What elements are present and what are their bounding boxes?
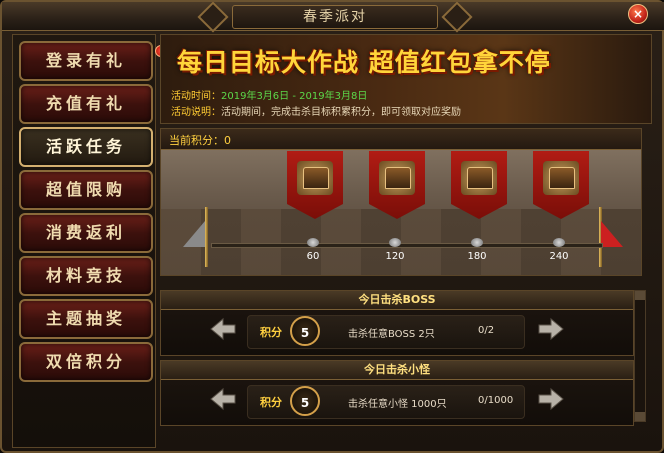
- sidebar-item-label: 活跃任务: [45, 137, 126, 156]
- milestone-label: 240: [549, 251, 569, 262]
- end-flag-icon: [601, 221, 623, 247]
- sidebar-item-label: 充值有礼: [45, 94, 126, 113]
- task-header: 今日击杀BOSS: [161, 291, 633, 310]
- milestone-node: [553, 238, 565, 247]
- sidebar-item-spend-rebate[interactable]: 消费返利: [19, 213, 153, 253]
- arrow-right-icon: [538, 317, 564, 341]
- sidebar-item-label: 登录有礼: [45, 51, 126, 70]
- task-row: 积分 5 击杀任意BOSS 2只 0/2: [247, 315, 525, 349]
- sidebar-item-label: 超值限购: [45, 180, 126, 199]
- treasure-chest-icon: [549, 167, 575, 189]
- event-desc-label: 活动说明：: [171, 107, 221, 118]
- score-badge: 5: [290, 386, 320, 416]
- milestone-label: 180: [467, 251, 487, 262]
- task-description: 击杀任意BOSS 2只: [348, 329, 435, 340]
- event-time: 活动时间：2019年3月6日 - 2019年3月8日: [171, 87, 367, 102]
- sidebar-item-active-task[interactable]: 活跃任务: [19, 127, 153, 167]
- sidebar-item-label: 材料竞技: [45, 266, 126, 285]
- score-label: 积分: [260, 326, 282, 339]
- task-card-monster: 今日击杀小怪 积分 5 击杀任意小怪 1000只 0/1000: [160, 360, 634, 426]
- task-progress: 0/2: [478, 325, 495, 336]
- sidebar-item-double-points[interactable]: 双倍积分: [19, 342, 153, 382]
- sidebar-item-login-gift[interactable]: 登录有礼: [19, 41, 167, 81]
- milestone-node: [389, 238, 401, 247]
- scroll-down-button[interactable]: [635, 412, 645, 421]
- arrow-left-icon: [210, 317, 236, 341]
- sidebar: 登录有礼 充值有礼 活跃任务 超值限购 消费返利 材料竞技 主题抽奖 双倍积分: [12, 34, 167, 448]
- milestone-label: 60: [306, 251, 320, 262]
- sidebar-item-limited-buy[interactable]: 超值限购: [19, 170, 153, 210]
- sidebar-item-label: 双倍积分: [45, 352, 126, 371]
- task-scrollbar[interactable]: [634, 290, 646, 422]
- progress-track: [211, 243, 603, 248]
- next-arrow-button[interactable]: [537, 317, 565, 341]
- event-time-value: 2019年3月6日 - 2019年3月8日: [221, 91, 368, 102]
- event-description: 活动说明：活动期间，完成击杀目标积累积分，即可领取对应奖励: [171, 103, 461, 118]
- sidebar-item-recharge-gift[interactable]: 充值有礼: [19, 84, 153, 124]
- milestone-node: [471, 238, 483, 247]
- dialog-window: 春季派对 × 登录有礼 充值有礼 活跃任务 超值限购 消费返利 材料竞技 主题抽…: [0, 0, 664, 453]
- points-progress-panel: 当前积分：0 60 120 180 240: [160, 128, 642, 276]
- stage-floor: [161, 209, 641, 275]
- score-badge: 5: [290, 316, 320, 346]
- scroll-up-button[interactable]: [635, 291, 645, 300]
- treasure-chest-icon: [385, 167, 411, 189]
- start-pole: [205, 207, 208, 267]
- prev-arrow-button[interactable]: [209, 387, 237, 411]
- task-card-boss: 今日击杀BOSS 积分 5 击杀任意BOSS 2只 0/2: [160, 290, 634, 356]
- sidebar-item-theme-lottery[interactable]: 主题抽奖: [19, 299, 153, 339]
- arrow-right-icon: [538, 387, 564, 411]
- current-points-bar: 当前积分：0: [161, 129, 641, 150]
- title-ornament-left: [197, 1, 229, 33]
- milestone-node: [307, 238, 319, 247]
- task-header: 今日击杀小怪: [161, 361, 633, 380]
- task-progress: 0/1000: [478, 395, 514, 406]
- next-arrow-button[interactable]: [537, 387, 565, 411]
- title-bar[interactable]: 春季派对 ×: [2, 1, 664, 33]
- task-row: 积分 5 击杀任意小怪 1000只 0/1000: [247, 385, 525, 419]
- window-title: 春季派对: [232, 5, 438, 29]
- sidebar-item-label: 主题抽奖: [45, 309, 126, 328]
- reward-emblem: [461, 161, 497, 195]
- banner-title: 每日目标大作战 超值红包拿不停: [177, 48, 551, 77]
- score-label: 积分: [260, 396, 282, 409]
- event-desc-value: 活动期间，完成击杀目标积累积分，即可领取对应奖励: [221, 107, 461, 118]
- treasure-chest-icon: [303, 167, 329, 189]
- title-ornament-right: [441, 1, 473, 33]
- milestone-label: 120: [385, 251, 405, 262]
- event-banner: 每日目标大作战 超值红包拿不停 活动时间：2019年3月6日 - 2019年3月…: [160, 34, 652, 124]
- close-button[interactable]: ×: [628, 4, 648, 24]
- treasure-chest-icon: [467, 167, 493, 189]
- task-description: 击杀任意小怪 1000只: [348, 399, 447, 410]
- start-flag-icon: [183, 221, 205, 247]
- reward-emblem: [543, 161, 579, 195]
- reward-emblem: [379, 161, 415, 195]
- sidebar-item-label: 消费返利: [45, 223, 126, 242]
- sidebar-item-material-compete[interactable]: 材料竞技: [19, 256, 153, 296]
- reward-emblem: [297, 161, 333, 195]
- event-time-label: 活动时间：: [171, 91, 221, 102]
- current-points-label: 当前积分：0: [169, 134, 231, 147]
- prev-arrow-button[interactable]: [209, 317, 237, 341]
- arrow-left-icon: [210, 387, 236, 411]
